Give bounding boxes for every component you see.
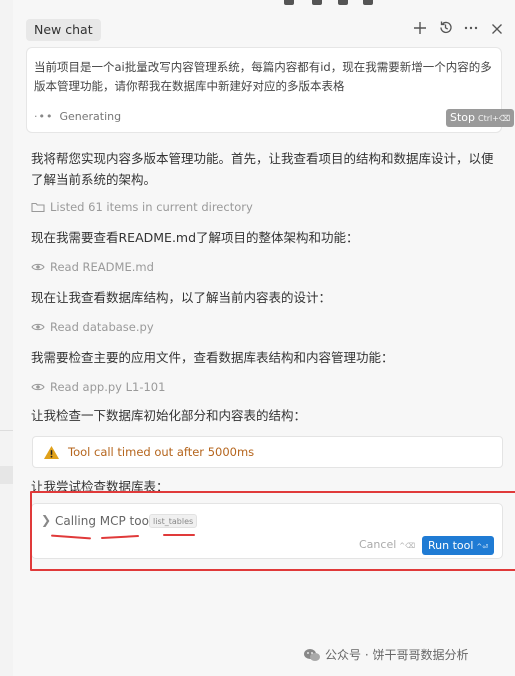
tool-step-label: Read README.md xyxy=(50,260,154,274)
clipped-gear-icon[interactable] xyxy=(363,0,373,5)
user-prompt-text: 当前项目是一个ai批量改写内容管理系统，每篇内容都有id，现在我需要新增一个内容… xyxy=(34,60,492,93)
eye-icon xyxy=(31,323,45,331)
tool-step-read[interactable]: Read README.md xyxy=(31,259,331,275)
chat-header: New chat xyxy=(13,14,511,46)
chat-panel: New chat 当前项目是一个ai批量改写内容管理系统，每篇内容都有id，现在… xyxy=(13,0,515,676)
folder-icon xyxy=(31,202,45,213)
loading-dots-icon: ·•• xyxy=(34,110,54,123)
annotation-highlight-box xyxy=(30,491,515,571)
tool-step-label: Read database.py xyxy=(50,320,154,334)
generating-status: ·•• Generating xyxy=(34,110,121,123)
assistant-message: 现在让我查看数据库结构，以了解当前内容表的设计： xyxy=(31,290,332,305)
eye-icon xyxy=(31,383,45,391)
stop-label: Stop xyxy=(450,111,476,124)
right-edge xyxy=(511,0,515,676)
left-strip-divider xyxy=(0,430,13,431)
history-icon[interactable] xyxy=(435,19,455,41)
wechat-icon xyxy=(304,649,320,661)
tool-step-label: Listed 61 items in current directory xyxy=(50,200,253,214)
more-icon[interactable] xyxy=(461,19,481,41)
left-strip-band xyxy=(0,466,13,484)
assistant-message: 让我检查一下数据库初始化部分和内容表的结构： xyxy=(31,408,307,423)
plus-icon[interactable] xyxy=(410,19,430,41)
clipped-icon-3[interactable] xyxy=(338,0,348,5)
user-prompt-card[interactable]: 当前项目是一个ai批量改写内容管理系统，每篇内容都有id，现在我需要新增一个内容… xyxy=(26,47,515,133)
tool-step-read[interactable]: Read database.py xyxy=(31,319,331,335)
close-icon[interactable] xyxy=(487,19,507,41)
clipped-icon-2[interactable] xyxy=(312,0,322,5)
annotation-underline xyxy=(163,534,195,536)
stop-button[interactable]: Stop Ctrl+⌫ xyxy=(446,109,515,127)
tab-new-chat[interactable]: New chat xyxy=(26,19,101,41)
watermark-text: 公众号 · 饼干哥哥数据分析 xyxy=(325,648,469,662)
warning-text: Tool call timed out after 5000ms xyxy=(68,445,255,459)
tool-step-list[interactable]: Listed 61 items in current directory xyxy=(31,199,331,215)
clipped-icon-1[interactable] xyxy=(284,0,294,5)
warning-icon xyxy=(44,446,59,459)
eye-icon xyxy=(31,263,45,271)
tool-step-read[interactable]: Read app.py L1-101 xyxy=(31,379,331,395)
watermark: 公众号 · 饼干哥哥数据分析 xyxy=(303,646,468,663)
assistant-message: 我需要检查主要的应用文件，查看数据库表结构和内容管理功能： xyxy=(31,350,394,365)
assistant-message: 现在我需要查看README.md了解项目的整体架构和功能： xyxy=(31,230,359,245)
left-strip xyxy=(0,0,13,676)
assistant-message: 我将帮您实现内容多版本管理功能。首先，让我查看项目的结构和数据库设计，以便了解当… xyxy=(31,151,494,187)
tool-step-label: Read app.py L1-101 xyxy=(50,380,166,394)
tool-timeout-warning: Tool call timed out after 5000ms xyxy=(32,436,503,468)
generating-label: Generating xyxy=(59,110,122,123)
stop-shortcut: Ctrl+⌫ xyxy=(478,114,511,123)
